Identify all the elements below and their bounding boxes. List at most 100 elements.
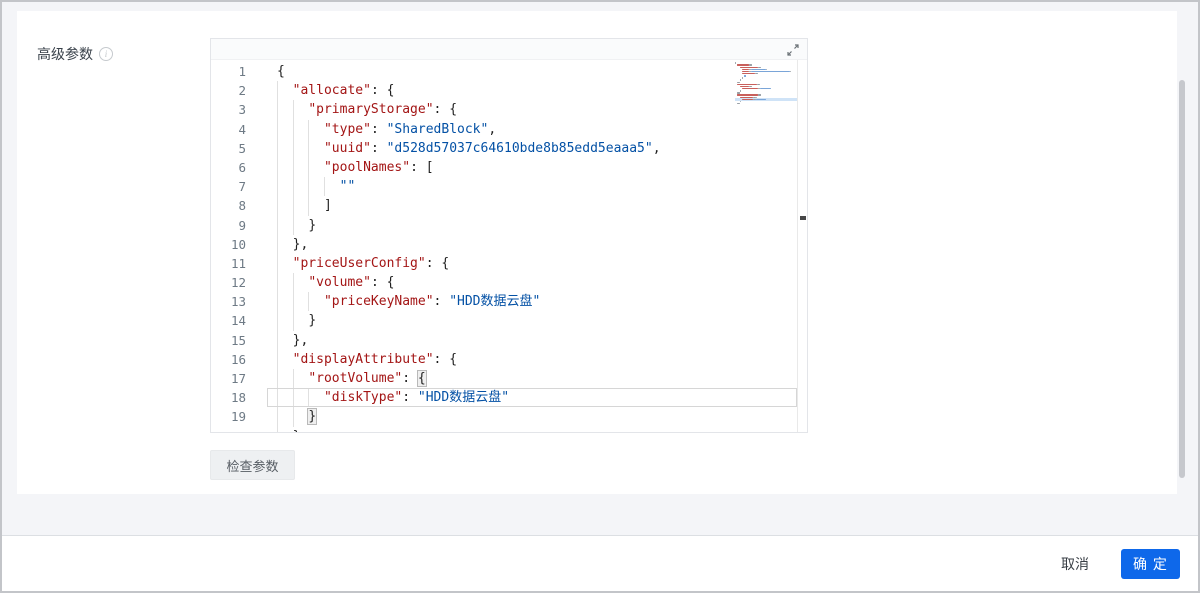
line-number: 17 <box>211 369 260 388</box>
indent-guide <box>293 311 294 330</box>
indent-guide <box>277 158 278 177</box>
code-line[interactable]: 6 "poolNames": [ <box>211 158 807 177</box>
code-line[interactable]: 4 "type": "SharedBlock", <box>211 120 807 139</box>
line-number: 15 <box>211 331 260 350</box>
indent-guide <box>293 158 294 177</box>
code-line-text: "priceUserConfig": { <box>277 254 449 273</box>
indent-guide <box>277 120 278 139</box>
check-params-button[interactable]: 检查参数 <box>210 450 295 480</box>
overview-ruler <box>797 60 807 432</box>
advanced-params-label: 高级参数 i <box>37 44 113 64</box>
indent-guide <box>308 139 309 158</box>
line-number: 13 <box>211 292 260 311</box>
footer: 取消 确 定 <box>2 536 1198 591</box>
line-number: 14 <box>211 311 260 330</box>
indent-guide <box>277 407 278 426</box>
line-number: 2 <box>211 81 260 100</box>
code-line-text: { <box>277 62 285 81</box>
confirm-button[interactable]: 确 定 <box>1121 549 1180 579</box>
indent-guide <box>277 196 278 215</box>
indent-guide <box>277 81 278 100</box>
indent-guide <box>293 369 294 388</box>
line-number: 20 <box>211 427 260 432</box>
code-line[interactable]: 19 } <box>211 407 807 426</box>
code-line-text: } <box>277 216 316 235</box>
code-line[interactable]: 17 "rootVolume": { <box>211 369 807 388</box>
indent-guide <box>277 292 278 311</box>
code-line-text: "displayAttribute": { <box>277 350 457 369</box>
line-number: 11 <box>211 254 260 273</box>
line-number: 4 <box>211 120 260 139</box>
line-number: 16 <box>211 350 260 369</box>
code-line[interactable]: 15 }, <box>211 331 807 350</box>
indent-guide <box>277 427 278 432</box>
indent-guide <box>293 407 294 426</box>
code-line-text: }, <box>277 331 308 350</box>
code-line[interactable]: 14 } <box>211 311 807 330</box>
code-line-text: "diskType": "HDD数据云盘" <box>277 388 509 407</box>
line-number: 8 <box>211 196 260 215</box>
code-line[interactable]: 5 "uuid": "d528d57037c64610bde8b85edd5ea… <box>211 139 807 158</box>
code-line-text: "rootVolume": { <box>277 369 426 388</box>
advanced-params-label-text: 高级参数 <box>37 44 93 64</box>
indent-guide <box>293 177 294 196</box>
code-line[interactable]: 20 }, <box>211 427 807 432</box>
code-line-text: "" <box>277 177 355 196</box>
code-line[interactable]: 12 "volume": { <box>211 273 807 292</box>
indent-guide <box>277 139 278 158</box>
indent-guide <box>293 139 294 158</box>
indent-guide <box>277 216 278 235</box>
code-line[interactable]: 16 "displayAttribute": { <box>211 350 807 369</box>
code-line-text: } <box>277 311 316 330</box>
line-number: 9 <box>211 216 260 235</box>
indent-guide <box>277 177 278 196</box>
line-number: 12 <box>211 273 260 292</box>
code-line[interactable]: 3 "primaryStorage": { <box>211 100 807 119</box>
indent-guide <box>308 388 309 407</box>
expand-icon[interactable] <box>785 42 801 58</box>
code-line-text: ] <box>277 196 332 215</box>
code-line-text: "priceKeyName": "HDD数据云盘" <box>277 292 540 311</box>
minimap[interactable] <box>735 62 797 110</box>
code-line-text: "volume": { <box>277 273 394 292</box>
code-line[interactable]: 2 "allocate": { <box>211 81 807 100</box>
code-line-text: "poolNames": [ <box>277 158 434 177</box>
code-area[interactable]: 1{2 "allocate": {3 "primaryStorage": {4 … <box>211 60 807 432</box>
cursor-position-marker <box>800 216 806 220</box>
code-line[interactable]: 18 "diskType": "HDD数据云盘" <box>211 388 807 407</box>
minimap-line <box>735 103 797 105</box>
info-circle-icon[interactable]: i <box>99 47 113 61</box>
code-line[interactable]: 1{ <box>211 62 807 81</box>
indent-guide <box>308 120 309 139</box>
code-line[interactable]: 7 "" <box>211 177 807 196</box>
code-line-text: }, <box>277 427 308 432</box>
code-line[interactable]: 13 "priceKeyName": "HDD数据云盘" <box>211 292 807 311</box>
indent-guide <box>277 331 278 350</box>
indent-guide <box>308 292 309 311</box>
scrollbar-thumb[interactable] <box>1179 80 1185 478</box>
line-number: 7 <box>211 177 260 196</box>
line-number: 3 <box>211 100 260 119</box>
code-line[interactable]: 9 } <box>211 216 807 235</box>
code-line[interactable]: 11 "priceUserConfig": { <box>211 254 807 273</box>
code-line-text: "type": "SharedBlock", <box>277 120 496 139</box>
indent-guide <box>277 254 278 273</box>
indent-guide <box>293 273 294 292</box>
line-number: 10 <box>211 235 260 254</box>
cancel-button[interactable]: 取消 <box>1061 554 1089 574</box>
code-line-text: "allocate": { <box>277 81 394 100</box>
indent-guide <box>277 100 278 119</box>
indent-guide <box>277 235 278 254</box>
code-line-text: "uuid": "d528d57037c64610bde8b85edd5eaaa… <box>277 139 661 158</box>
json-code-editor[interactable]: 1{2 "allocate": {3 "primaryStorage": {4 … <box>210 38 808 433</box>
code-line-text: }, <box>277 235 308 254</box>
indent-guide <box>308 158 309 177</box>
code-line[interactable]: 10 }, <box>211 235 807 254</box>
code-line-text: } <box>277 407 316 426</box>
indent-guide <box>277 388 278 407</box>
code-line[interactable]: 8 ] <box>211 196 807 215</box>
indent-guide <box>324 177 325 196</box>
line-number: 19 <box>211 407 260 426</box>
indent-guide <box>293 120 294 139</box>
line-number: 18 <box>211 388 260 407</box>
